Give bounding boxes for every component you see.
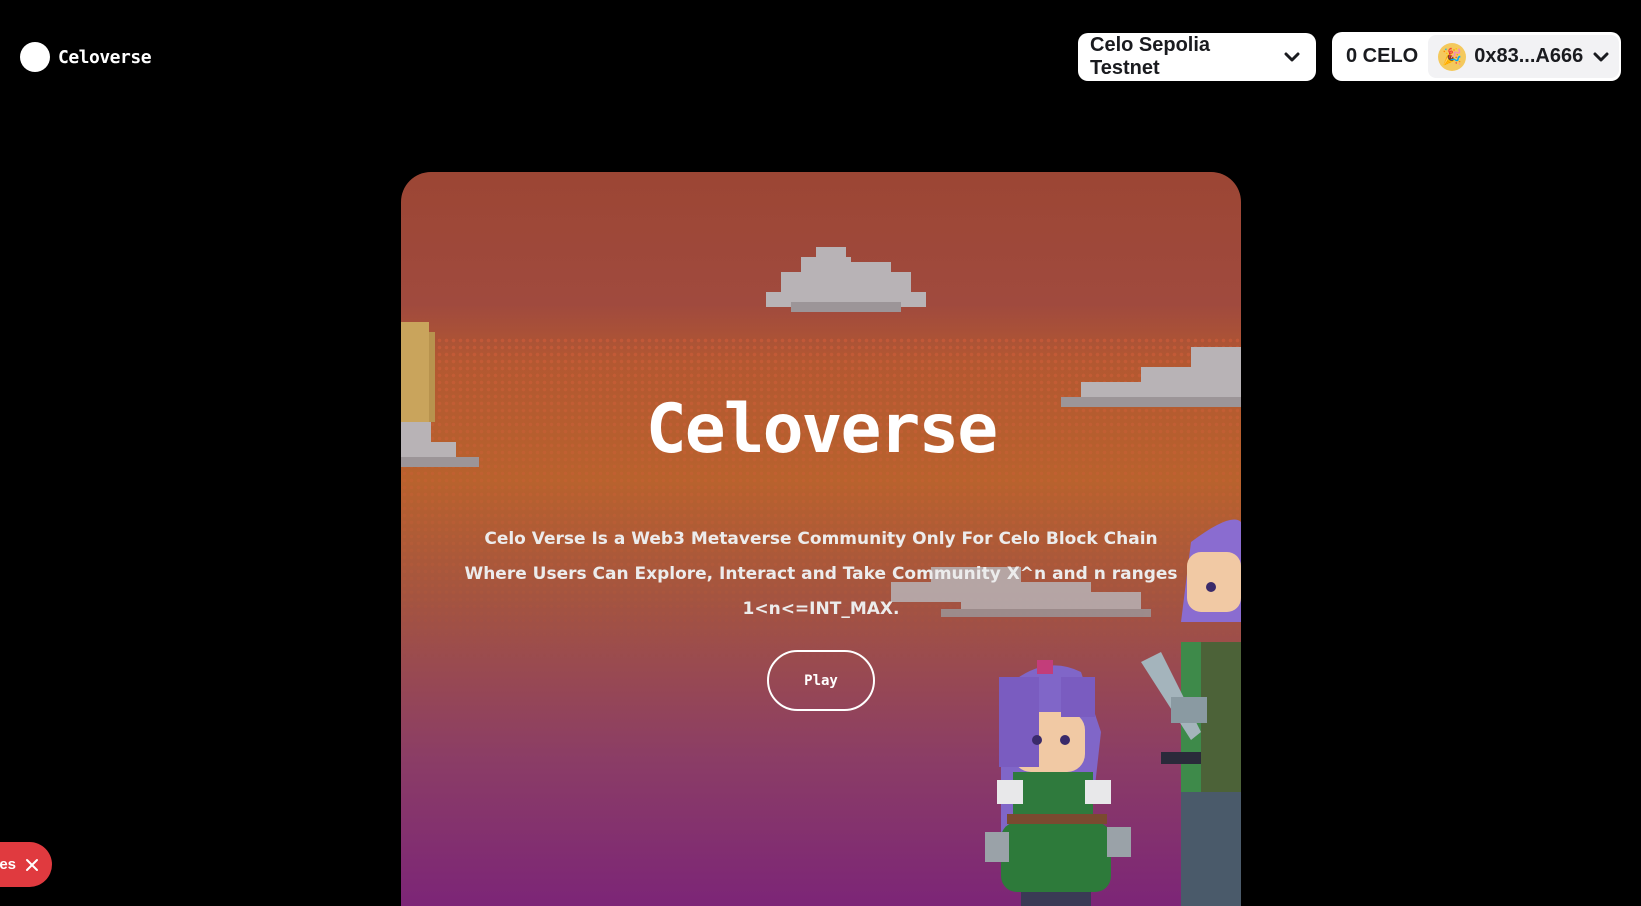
top-bar: Celoverse Celo Sepolia Testnet 0 CELO 🎉 …: [0, 0, 1641, 110]
chevron-down-icon: [1282, 47, 1302, 67]
cloud-icon: [766, 247, 926, 312]
wallet-balance: 0 CELO: [1346, 45, 1419, 67]
play-button[interactable]: Play: [767, 650, 875, 711]
chevron-down-icon: [1591, 47, 1611, 67]
character-girl-illustration: [985, 660, 1131, 906]
toast-text: es: [0, 856, 16, 873]
brand[interactable]: Celoverse: [20, 42, 152, 72]
account-button[interactable]: 🎉 0x83...A666: [1428, 35, 1620, 78]
account-avatar: 🎉: [1438, 42, 1467, 71]
network-switch-button[interactable]: Celo Sepolia Testnet: [1078, 33, 1316, 81]
network-label: Celo Sepolia Testnet: [1090, 34, 1211, 79]
hero-title: Celoverse: [645, 390, 998, 469]
hero-description: Celo Verse Is a Web3 Metaverse Community…: [464, 529, 1178, 619]
brand-logo: [20, 42, 50, 72]
hero-card: Celoverse Celo Verse Is a Web3 Metaverse…: [401, 172, 1241, 906]
brand-name: Celoverse: [58, 46, 152, 68]
wallet-widget: 0 CELO 🎉 0x83...A666: [1332, 32, 1621, 81]
close-icon[interactable]: [24, 857, 40, 873]
notification-toast: es: [0, 842, 52, 887]
account-address: 0x83...A666: [1474, 45, 1584, 67]
